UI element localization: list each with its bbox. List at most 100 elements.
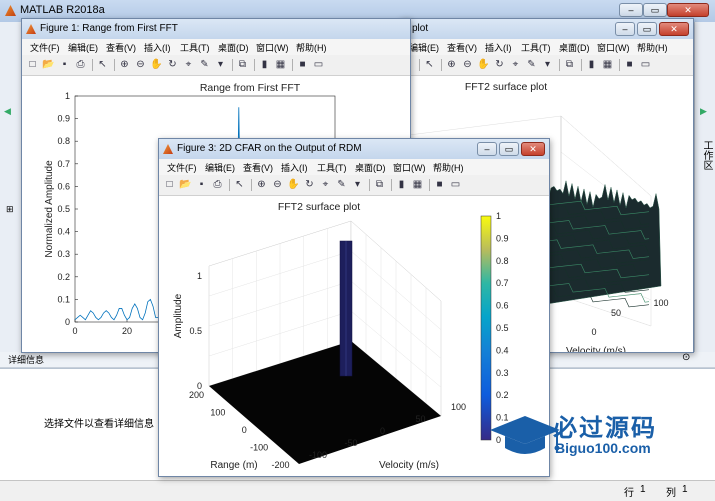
menu-item-3[interactable]: 插入(I)	[485, 41, 512, 54]
dock-icon[interactable]: ▭	[639, 58, 652, 71]
row-label: 行	[624, 488, 634, 499]
data-cursor-icon[interactable]: ⌖	[319, 178, 332, 191]
save-icon[interactable]: ▪	[195, 178, 208, 191]
dropdown-icon[interactable]: ▾	[351, 178, 364, 191]
dropdown-icon[interactable]: ▾	[541, 58, 554, 71]
print-icon[interactable]: ⎙	[74, 58, 87, 71]
colorbar-icon[interactable]: ▮	[395, 178, 408, 191]
menu-item-4[interactable]: 工具(T)	[180, 41, 210, 54]
print-icon[interactable]: ⎙	[211, 178, 224, 191]
colorbar-icon[interactable]: ▮	[585, 58, 598, 71]
maximize-button[interactable]: ▭	[643, 3, 667, 17]
dock-icon[interactable]: ▭	[449, 178, 462, 191]
open-file-icon[interactable]: 📂	[42, 58, 55, 71]
menu-item-6[interactable]: 窗口(W)	[393, 161, 426, 174]
fig3-minimize-button[interactable]: –	[477, 142, 497, 156]
figure-icon	[163, 144, 173, 154]
x-tick-label: 100	[653, 298, 668, 308]
figure-3-toolbar: □ 📂 ▪ ⎙ ↖ ⊕ ⊖ ✋ ↻ ⌖ ✎ ▾ ⧉ ▮ ▦ ■ ▭	[159, 175, 549, 196]
menu-item-5[interactable]: 桌面(D)	[559, 41, 590, 54]
fig2-close-button[interactable]: ✕	[659, 22, 689, 36]
data-cursor-icon[interactable]: ⌖	[182, 58, 195, 71]
brush-icon[interactable]: ✎	[198, 58, 211, 71]
dropdown-icon[interactable]: ▾	[214, 58, 227, 71]
hide-tools-icon[interactable]: ■	[623, 58, 636, 71]
zoom-out-icon[interactable]: ⊖	[271, 178, 284, 191]
fig3-maximize-button[interactable]: ▭	[499, 142, 519, 156]
menu-item-2[interactable]: 查看(V)	[106, 41, 136, 54]
legend-icon[interactable]: ▦	[411, 178, 424, 191]
new-figure-icon[interactable]: □	[26, 58, 39, 71]
panel-menu-icon[interactable]: ⊙	[682, 352, 690, 363]
pointer-icon[interactable]: ↖	[423, 58, 436, 71]
collapse-arrow-icon[interactable]: ◀	[4, 106, 11, 117]
menu-item-6[interactable]: 窗口(W)	[597, 41, 630, 54]
fig3-close-button[interactable]: ✕	[521, 142, 545, 156]
detail-header-label: 详细信息	[8, 355, 45, 365]
zoom-in-icon[interactable]: ⊕	[255, 178, 268, 191]
menu-item-7[interactable]: 帮助(H)	[433, 161, 464, 174]
new-figure-icon[interactable]: □	[163, 178, 176, 191]
zoom-out-icon[interactable]: ⊖	[134, 58, 147, 71]
zoom-out-icon[interactable]: ⊖	[461, 58, 474, 71]
rotate-icon[interactable]: ↻	[493, 58, 506, 71]
zoom-in-icon[interactable]: ⊕	[118, 58, 131, 71]
x-tick-label: 50	[416, 414, 426, 424]
x-tick-label: 0	[591, 327, 596, 337]
chart-title: Range from First FFT	[200, 82, 301, 94]
open-file-icon[interactable]: 📂	[179, 178, 192, 191]
menu-item-2[interactable]: 查看(V)	[447, 41, 477, 54]
menu-item-6[interactable]: 窗口(W)	[256, 41, 289, 54]
rotate-icon[interactable]: ↻	[166, 58, 179, 71]
hide-tools-icon[interactable]: ■	[433, 178, 446, 191]
legend-icon[interactable]: ▦	[274, 58, 287, 71]
menu-item-1[interactable]: 编辑(E)	[205, 161, 235, 174]
save-icon[interactable]: ▪	[58, 58, 71, 71]
legend-icon[interactable]: ▦	[601, 58, 614, 71]
menu-item-5[interactable]: 桌面(D)	[218, 41, 249, 54]
toolbar-separator	[619, 59, 620, 71]
link-icon[interactable]: ⧉	[563, 58, 576, 71]
fig2-maximize-button[interactable]: ▭	[637, 22, 657, 36]
menu-item-0[interactable]: 文件(F)	[167, 161, 197, 174]
link-icon[interactable]: ⧉	[236, 58, 249, 71]
menu-item-5[interactable]: 桌面(D)	[355, 161, 386, 174]
pointer-icon[interactable]: ↖	[233, 178, 246, 191]
hide-tools-icon[interactable]: ■	[296, 58, 309, 71]
y-tick-label: 0.9	[57, 114, 70, 124]
y-axis-label: Range (m)	[210, 460, 257, 471]
pointer-icon[interactable]: ↖	[96, 58, 109, 71]
link-icon[interactable]: ⧉	[373, 178, 386, 191]
colorbar-icon[interactable]: ▮	[258, 58, 271, 71]
expand-plus-icon[interactable]: ⊞	[6, 204, 14, 215]
zoom-in-icon[interactable]: ⊕	[445, 58, 458, 71]
brush-icon[interactable]: ✎	[335, 178, 348, 191]
y-tick-label: 0.6	[57, 181, 70, 191]
menu-item-7[interactable]: 帮助(H)	[637, 41, 668, 54]
right-collapse-arrow-icon[interactable]: ▶	[700, 106, 707, 117]
pan-icon[interactable]: ✋	[287, 178, 300, 191]
pan-icon[interactable]: ✋	[477, 58, 490, 71]
data-cursor-icon[interactable]: ⌖	[509, 58, 522, 71]
minimize-button[interactable]: –	[619, 3, 643, 17]
pan-icon[interactable]: ✋	[150, 58, 163, 71]
fig2-minimize-button[interactable]: –	[615, 22, 635, 36]
y-tick-label: 0	[242, 425, 247, 435]
dock-icon[interactable]: ▭	[312, 58, 325, 71]
toolbar-separator	[391, 179, 392, 191]
menu-item-0[interactable]: 文件(F)	[30, 41, 60, 54]
menu-item-1[interactable]: 编辑(E)	[68, 41, 98, 54]
menu-item-1[interactable]: 编辑(E)	[409, 41, 439, 54]
menu-item-3[interactable]: 插入(I)	[144, 41, 171, 54]
menu-item-2[interactable]: 查看(V)	[243, 161, 273, 174]
rotate-icon[interactable]: ↻	[303, 178, 316, 191]
brush-icon[interactable]: ✎	[525, 58, 538, 71]
menu-item-3[interactable]: 插入(I)	[281, 161, 308, 174]
figure-2-menubar: 编辑(E) 查看(V) 插入(I) 工具(T) 桌面(D) 窗口(W) 帮助(H)	[401, 39, 693, 55]
close-button[interactable]: ✕	[667, 3, 709, 17]
colorbar-tick-label: 0.8	[496, 256, 509, 266]
workspace-tab[interactable]: 工作区	[700, 140, 712, 170]
menu-item-4[interactable]: 工具(T)	[521, 41, 551, 54]
menu-item-4[interactable]: 工具(T)	[317, 161, 347, 174]
menu-item-7[interactable]: 帮助(H)	[296, 41, 327, 54]
